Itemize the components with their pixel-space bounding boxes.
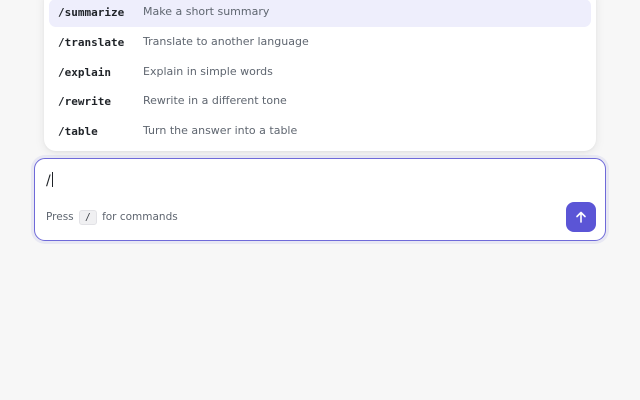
command-name: /rewrite [58,95,111,108]
hint-prefix: Press [46,211,74,223]
command-name: /summarize [58,6,125,19]
command-description: Translate to another language [143,35,309,48]
slash-key-badge: / [78,210,97,225]
chat-page: /summarize Make a short summary /transla… [0,0,640,400]
command-description: Make a short summary [143,5,270,18]
arrow-up-icon [574,210,588,224]
command-name: /table [58,125,98,138]
command-menu: /summarize Make a short summary /transla… [44,0,596,151]
message-input[interactable]: / [46,172,53,190]
message-composer: / Press / for commands [34,158,606,241]
hint-suffix: for commands [102,211,178,223]
command-item-summarize[interactable]: /summarize Make a short summary [49,0,591,27]
command-item-translate[interactable]: /translate Translate to another language [49,29,591,57]
command-description: Turn the answer into a table [143,124,298,137]
command-name: /explain [58,66,111,79]
command-item-table[interactable]: /table Turn the answer into a table [49,118,591,146]
text-caret [51,172,53,187]
command-hint: Press / for commands [46,209,178,225]
send-button[interactable] [566,202,596,232]
message-input-value: / [46,173,51,189]
command-description: Rewrite in a different tone [143,94,287,107]
command-name: /translate [58,36,125,49]
command-item-rewrite[interactable]: /rewrite Rewrite in a different tone [49,88,591,116]
command-description: Explain in simple words [143,65,273,78]
command-item-explain[interactable]: /explain Explain in simple words [49,59,591,87]
